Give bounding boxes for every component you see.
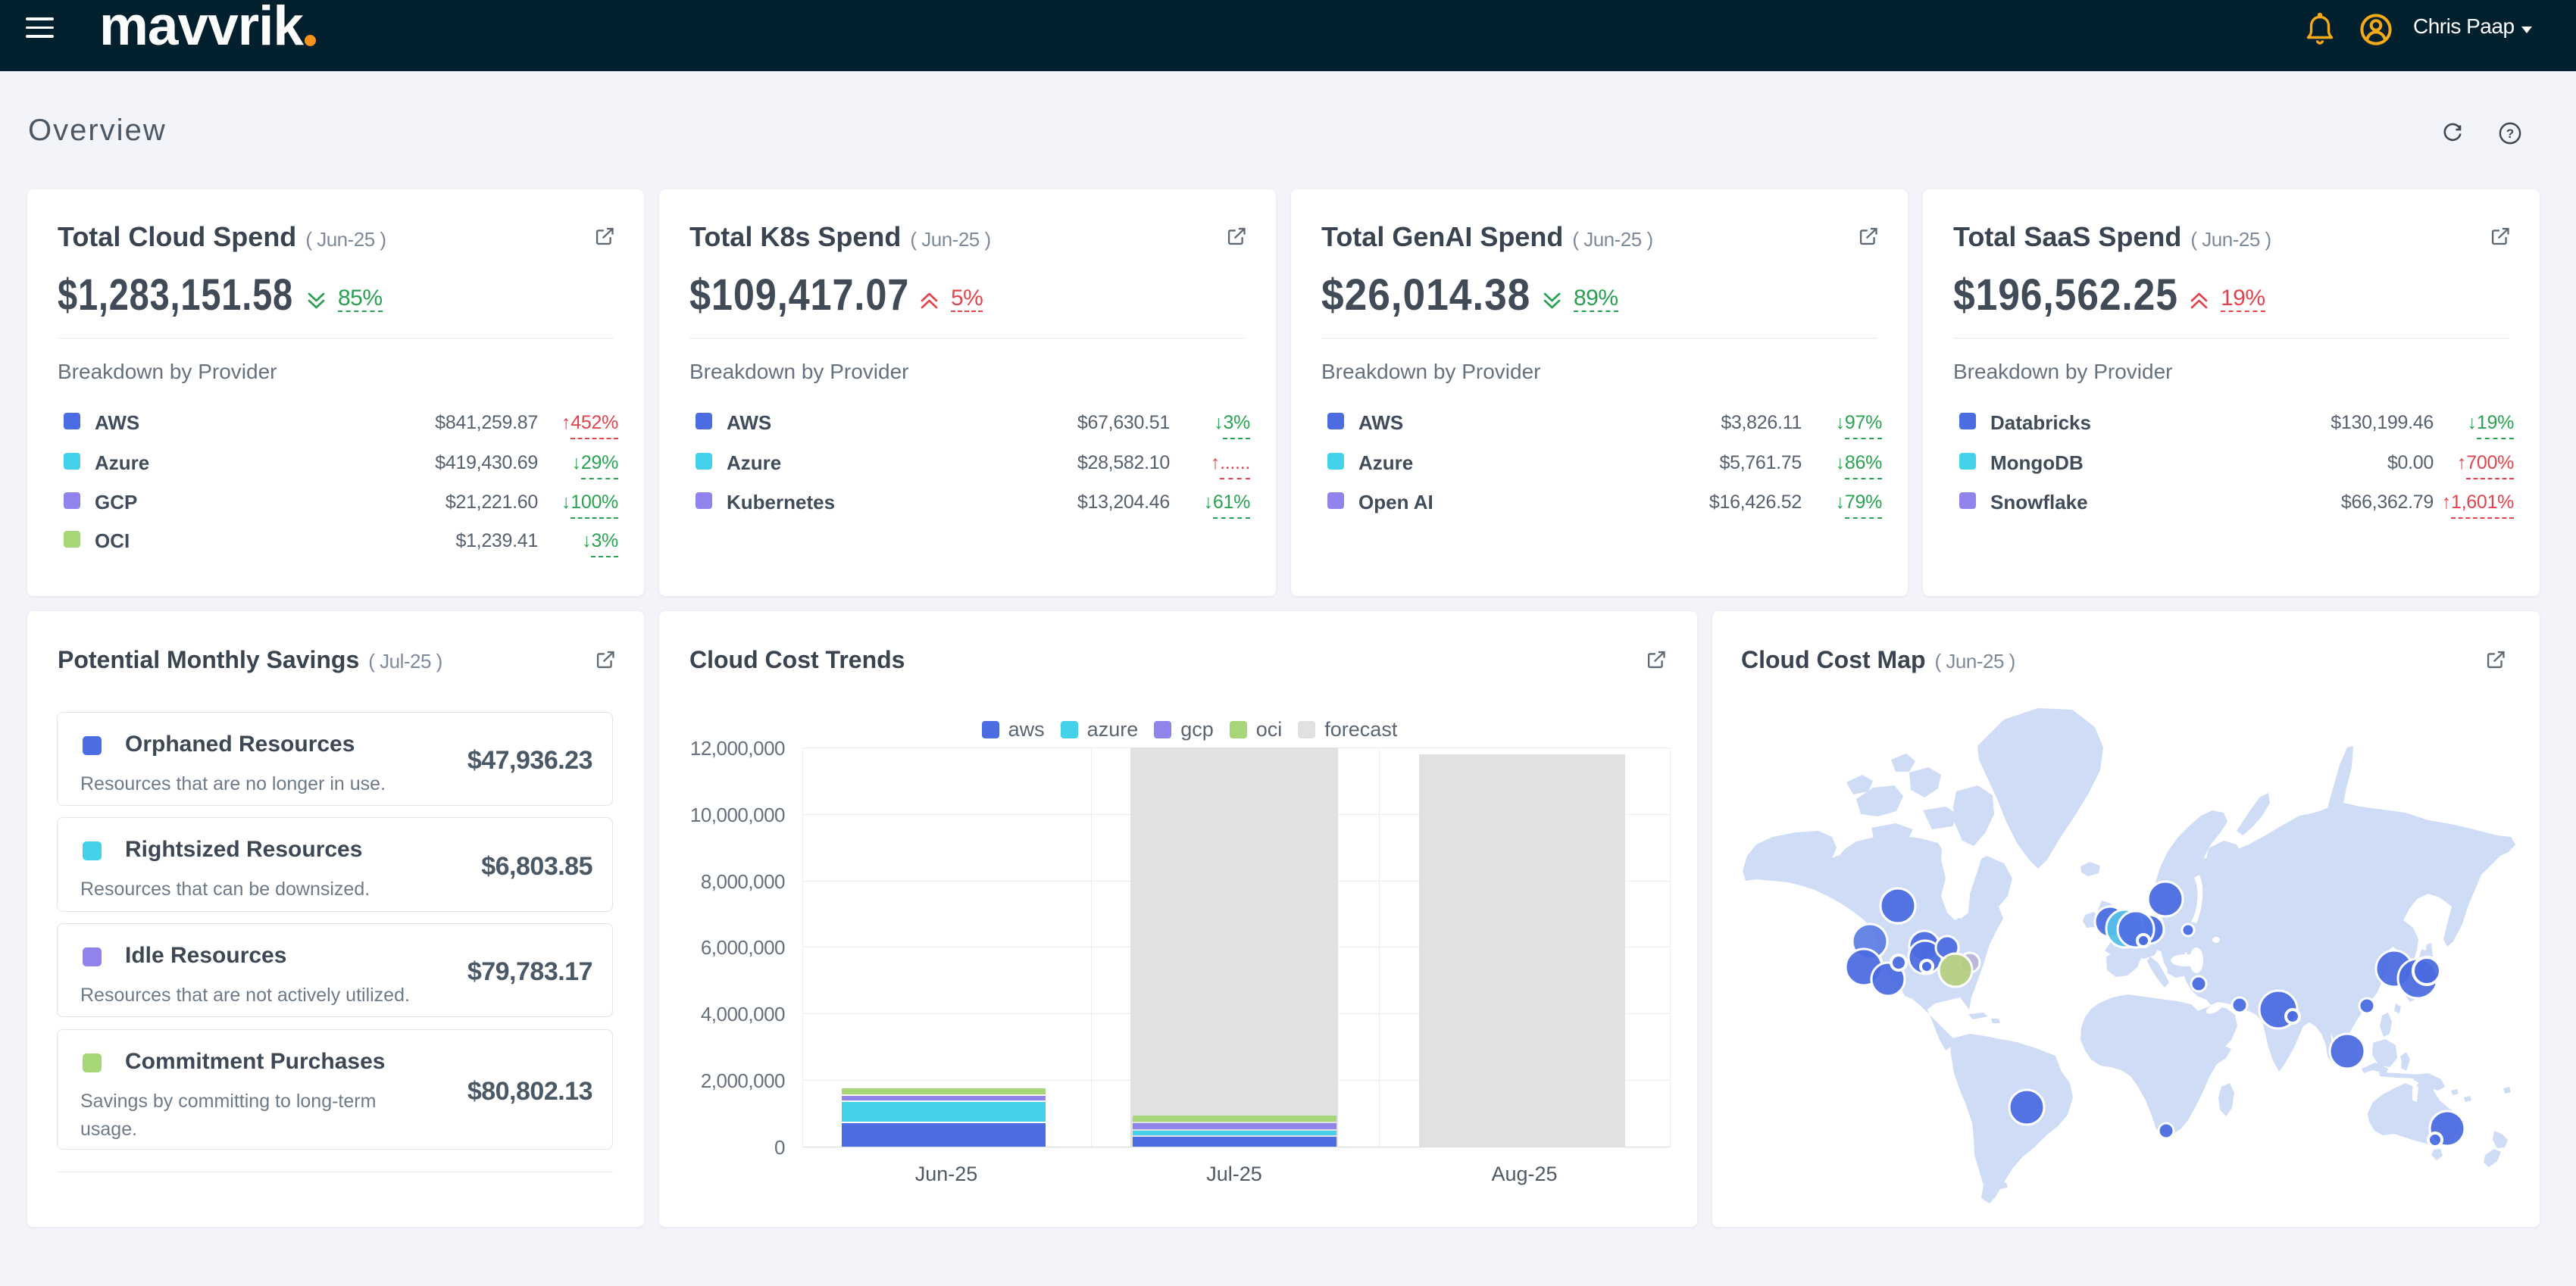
svg-text:?: ? — [2506, 126, 2514, 141]
